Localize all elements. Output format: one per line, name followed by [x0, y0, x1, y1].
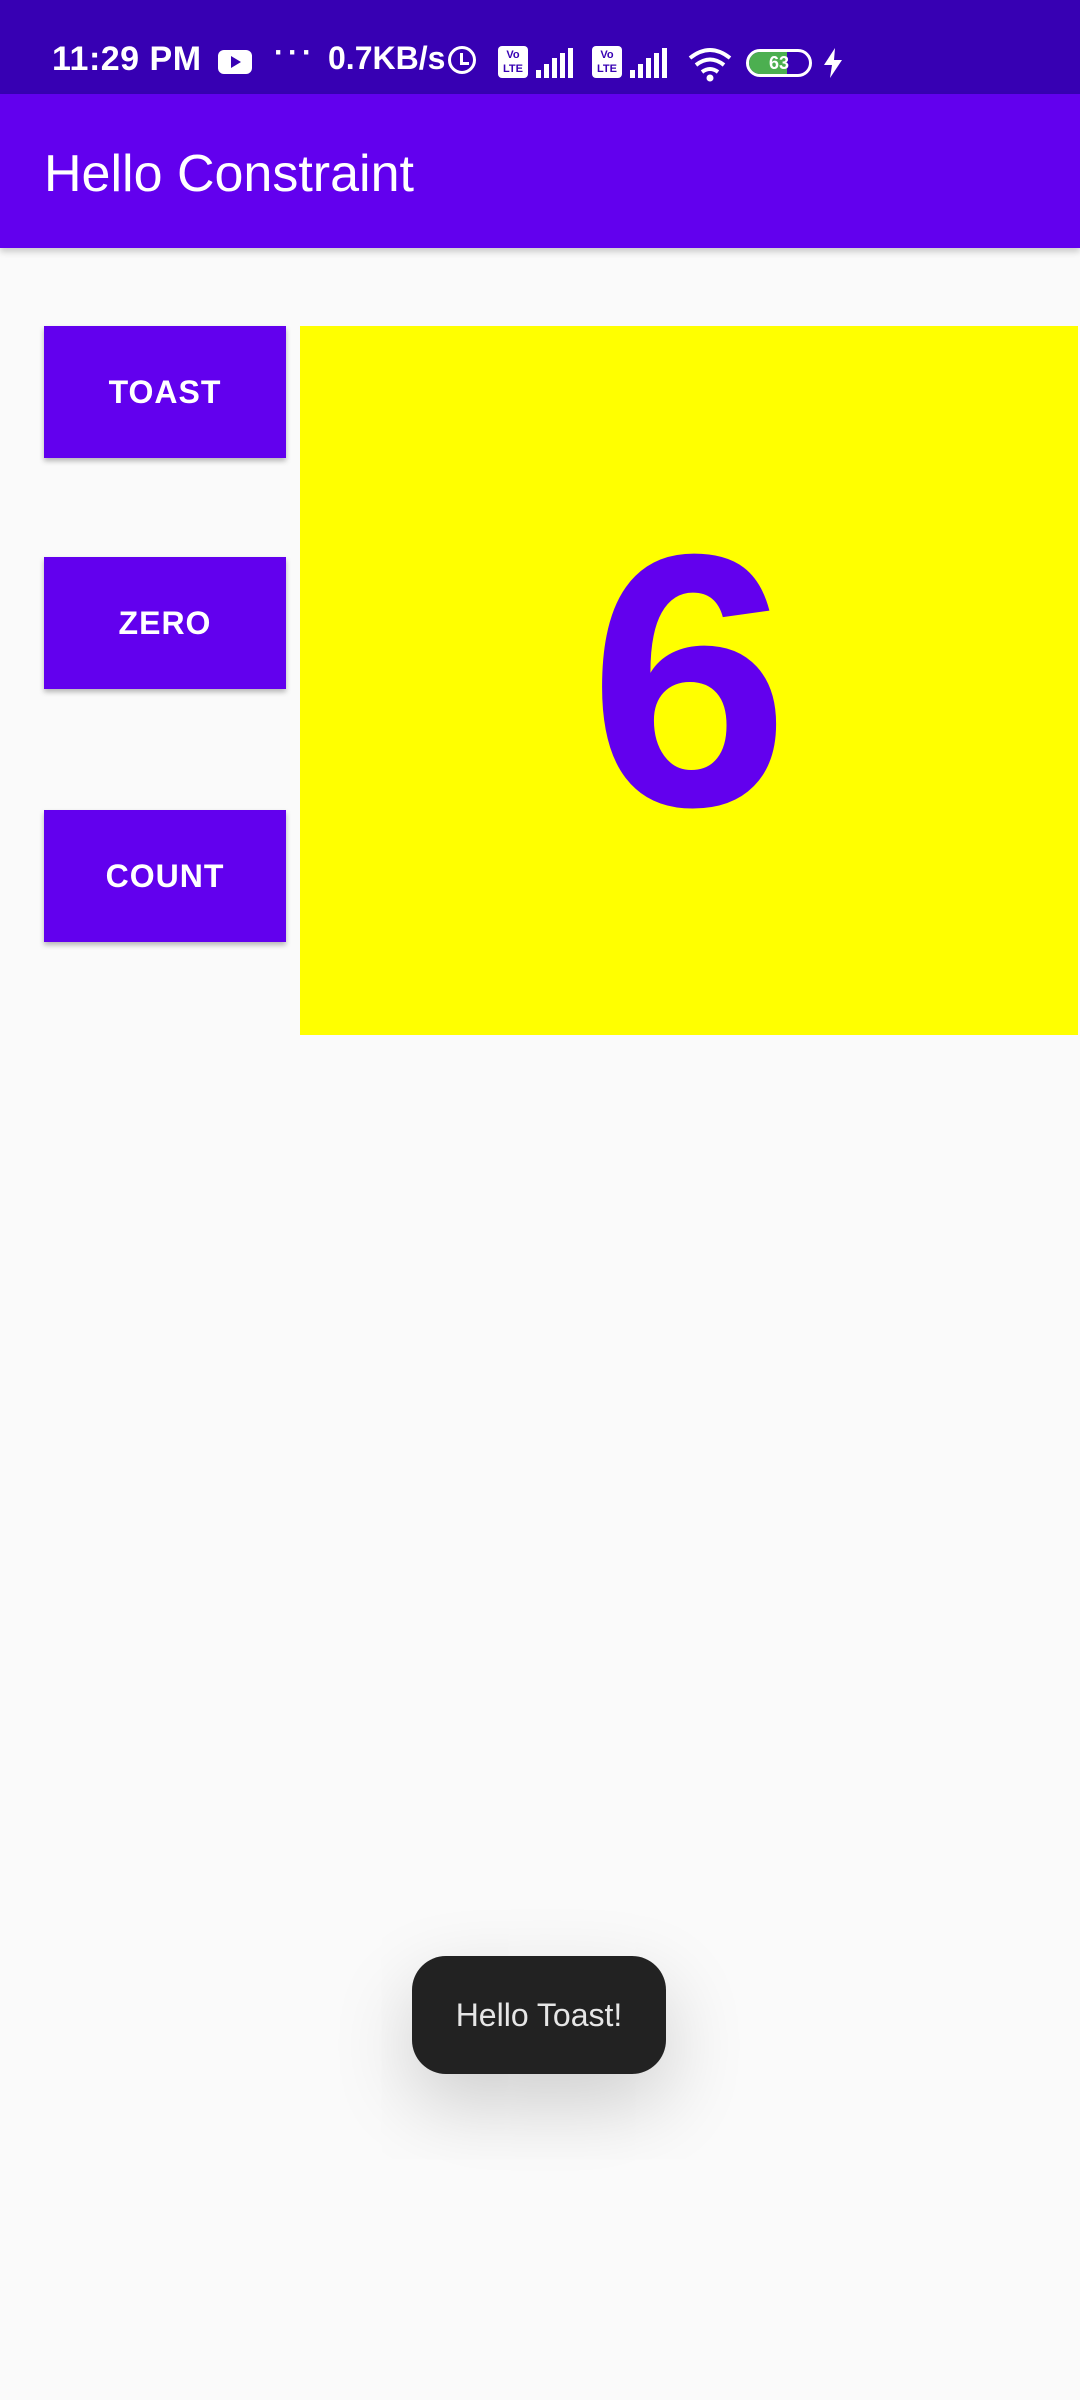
signal-icon — [536, 48, 578, 78]
toast-button[interactable]: TOAST — [44, 326, 286, 458]
count-display: 6 — [300, 326, 1078, 1035]
battery-level-text: 63 — [768, 53, 790, 73]
battery-icon: 63 — [746, 49, 812, 77]
wifi-icon — [688, 48, 732, 82]
app-bar: Hello Constraint — [0, 94, 1080, 248]
volte-icon: Vo LTE — [498, 46, 528, 78]
status-time: 11:29 PM — [52, 40, 202, 78]
network-speed: 0.7KB/s — [328, 40, 446, 76]
more-notifications-icon: ··· — [274, 36, 316, 69]
charging-icon — [824, 48, 842, 78]
count-button[interactable]: COUNT — [44, 810, 286, 942]
zero-button[interactable]: ZERO — [44, 557, 286, 689]
signal-icon — [630, 48, 672, 78]
youtube-icon — [218, 50, 252, 74]
app-title: Hello Constraint — [44, 145, 414, 203]
count-value: 6 — [588, 479, 790, 882]
toast-message: Hello Toast! — [412, 1956, 666, 2074]
alarm-icon — [448, 46, 476, 74]
status-bar: 11:29 PM ··· 0.7KB/s Vo LTE Vo LTE 63 — [0, 0, 1080, 94]
volte-icon: Vo LTE — [592, 46, 622, 78]
